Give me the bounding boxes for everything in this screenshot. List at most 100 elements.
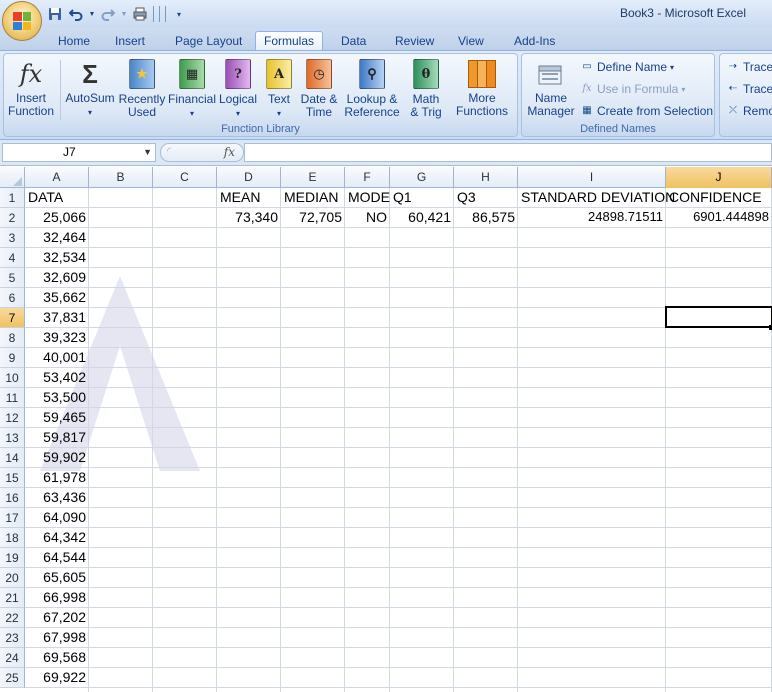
row-header-19[interactable]: 19	[0, 548, 25, 568]
column-header-e[interactable]: E	[281, 167, 345, 188]
name-manager-button[interactable]: Name Manager	[524, 58, 578, 118]
row-header-8[interactable]: 8	[0, 328, 25, 348]
column-header-h[interactable]: H	[454, 167, 518, 188]
more-functions-button[interactable]: More Functions	[452, 58, 512, 118]
tab-formulas[interactable]: Formulas	[255, 31, 323, 50]
redo-icon[interactable]	[99, 5, 117, 23]
cell-a13[interactable]: 59,817	[25, 427, 89, 447]
insert-function-button[interactable]: fx Insert Function	[5, 58, 57, 118]
row-header-6[interactable]: 6	[0, 288, 25, 308]
use-in-formula-button[interactable]: fx Use in Formula ▾	[580, 82, 685, 96]
define-name-button[interactable]: ▭ Define Name ▾	[580, 60, 674, 74]
column-header-d[interactable]: D	[217, 167, 281, 188]
trace-dependents-button[interactable]: ⇠ Trace	[726, 82, 772, 96]
cell-a14[interactable]: 59,902	[25, 447, 89, 467]
cell-d1[interactable]: MEAN	[217, 188, 281, 207]
lookup-reference-button[interactable]: ⚲ Lookup & Reference	[343, 58, 401, 119]
cell-a20[interactable]: 65,605	[25, 567, 89, 587]
cell-g1[interactable]: Q1	[390, 188, 454, 207]
cell-f1[interactable]: MODE	[345, 188, 390, 207]
tab-page-layout[interactable]: Page Layout	[171, 31, 246, 50]
cell-a1[interactable]: DATA	[25, 188, 89, 207]
cell-a16[interactable]: 63,436	[25, 487, 89, 507]
cell-a8[interactable]: 39,323	[25, 327, 89, 347]
tab-view[interactable]: View	[454, 31, 488, 50]
cell-e1[interactable]: MEDIAN	[281, 188, 345, 207]
column-header-c[interactable]: C	[153, 167, 217, 188]
autosum-button[interactable]: Σ AutoSum ▾	[64, 58, 116, 119]
row-header-2[interactable]: 2	[0, 208, 25, 228]
row-header-11[interactable]: 11	[0, 388, 25, 408]
cell-j1[interactable]: CONFIDENCE	[666, 188, 772, 207]
tab-review[interactable]: Review	[391, 31, 438, 50]
row-header-16[interactable]: 16	[0, 488, 25, 508]
name-box[interactable]: J7 ▼	[2, 143, 156, 162]
cell-a25[interactable]: 69,922	[25, 667, 89, 687]
row-header-9[interactable]: 9	[0, 348, 25, 368]
remove-arrows-button[interactable]: ⤬ Remo	[726, 104, 772, 118]
column-header-j[interactable]: J	[666, 167, 772, 188]
logical-button[interactable]: ? Logical ▾	[217, 58, 259, 120]
math-trig-button[interactable]: θ Math & Trig	[404, 58, 448, 119]
office-button[interactable]	[2, 1, 42, 41]
print-preview-icon[interactable]	[131, 5, 149, 23]
save-icon[interactable]	[46, 5, 64, 23]
cell-a24[interactable]: 69,568	[25, 647, 89, 667]
row-header-14[interactable]: 14	[0, 448, 25, 468]
chevron-down-icon[interactable]: ▼	[143, 144, 152, 161]
cell-f2[interactable]: NO	[345, 207, 390, 227]
cell-a21[interactable]: 66,998	[25, 587, 89, 607]
cell-d2[interactable]: 73,340	[217, 207, 281, 227]
cell-a10[interactable]: 53,402	[25, 367, 89, 387]
row-header-23[interactable]: 23	[0, 628, 25, 648]
cell-a17[interactable]: 64,090	[25, 507, 89, 527]
cell-a5[interactable]: 32,609	[25, 267, 89, 287]
undo-dropdown-icon[interactable]: ▼	[88, 5, 96, 23]
tab-insert[interactable]: Insert	[111, 31, 149, 50]
row-header-7[interactable]: 7	[0, 308, 25, 328]
column-header-i[interactable]: I	[518, 167, 666, 188]
column-header-g[interactable]: G	[390, 167, 454, 188]
row-header-10[interactable]: 10	[0, 368, 25, 388]
cell-a2[interactable]: 25,066	[25, 207, 89, 227]
cell-a6[interactable]: 35,662	[25, 287, 89, 307]
row-header-21[interactable]: 21	[0, 588, 25, 608]
row-header-5[interactable]: 5	[0, 268, 25, 288]
cell-h1[interactable]: Q3	[454, 188, 518, 207]
redo-dropdown-icon[interactable]: ▼	[120, 5, 128, 23]
cell-a15[interactable]: 61,978	[25, 467, 89, 487]
recently-used-button[interactable]: ★ Recently Used	[117, 58, 167, 119]
cell-j2[interactable]: 6901.444898	[666, 207, 772, 227]
cell-a9[interactable]: 40,001	[25, 347, 89, 367]
formula-input[interactable]	[244, 143, 772, 162]
cell-a3[interactable]: 32,464	[25, 227, 89, 247]
row-header-25[interactable]: 25	[0, 668, 25, 688]
cell-i2[interactable]: 24898.71511	[518, 207, 666, 227]
column-header-a[interactable]: A	[25, 167, 89, 188]
row-header-12[interactable]: 12	[0, 408, 25, 428]
row-header-24[interactable]: 24	[0, 648, 25, 668]
cell-a19[interactable]: 64,544	[25, 547, 89, 567]
row-header-1[interactable]: 1	[0, 188, 25, 208]
trace-precedents-button[interactable]: ⇢ Trace	[726, 60, 772, 74]
customize-icon[interactable]: ▾	[170, 5, 188, 23]
tab-add-ins[interactable]: Add-Ins	[510, 31, 559, 50]
undo-icon[interactable]	[67, 5, 85, 23]
cell-area[interactable]: DATA MEAN MEDIAN MODE Q1 Q3 STANDARD DEVIATION…	[25, 188, 772, 692]
cell-a12[interactable]: 59,465	[25, 407, 89, 427]
cell-a7[interactable]: 37,831	[25, 307, 89, 327]
cell-a11[interactable]: 53,500	[25, 387, 89, 407]
cell-a22[interactable]: 67,202	[25, 607, 89, 627]
tab-data[interactable]: Data	[337, 31, 370, 50]
row-header-13[interactable]: 13	[0, 428, 25, 448]
row-header-22[interactable]: 22	[0, 608, 25, 628]
row-header-15[interactable]: 15	[0, 468, 25, 488]
column-header-f[interactable]: F	[345, 167, 390, 188]
cell-e2[interactable]: 72,705	[281, 207, 345, 227]
cell-i1[interactable]: STANDARD DEVIATION	[518, 188, 675, 207]
active-cell-selection[interactable]	[665, 306, 772, 328]
row-header-4[interactable]: 4	[0, 248, 25, 268]
create-from-selection-button[interactable]: ▦ Create from Selection	[580, 104, 713, 118]
row-header-18[interactable]: 18	[0, 528, 25, 548]
select-all-button[interactable]	[0, 167, 25, 188]
